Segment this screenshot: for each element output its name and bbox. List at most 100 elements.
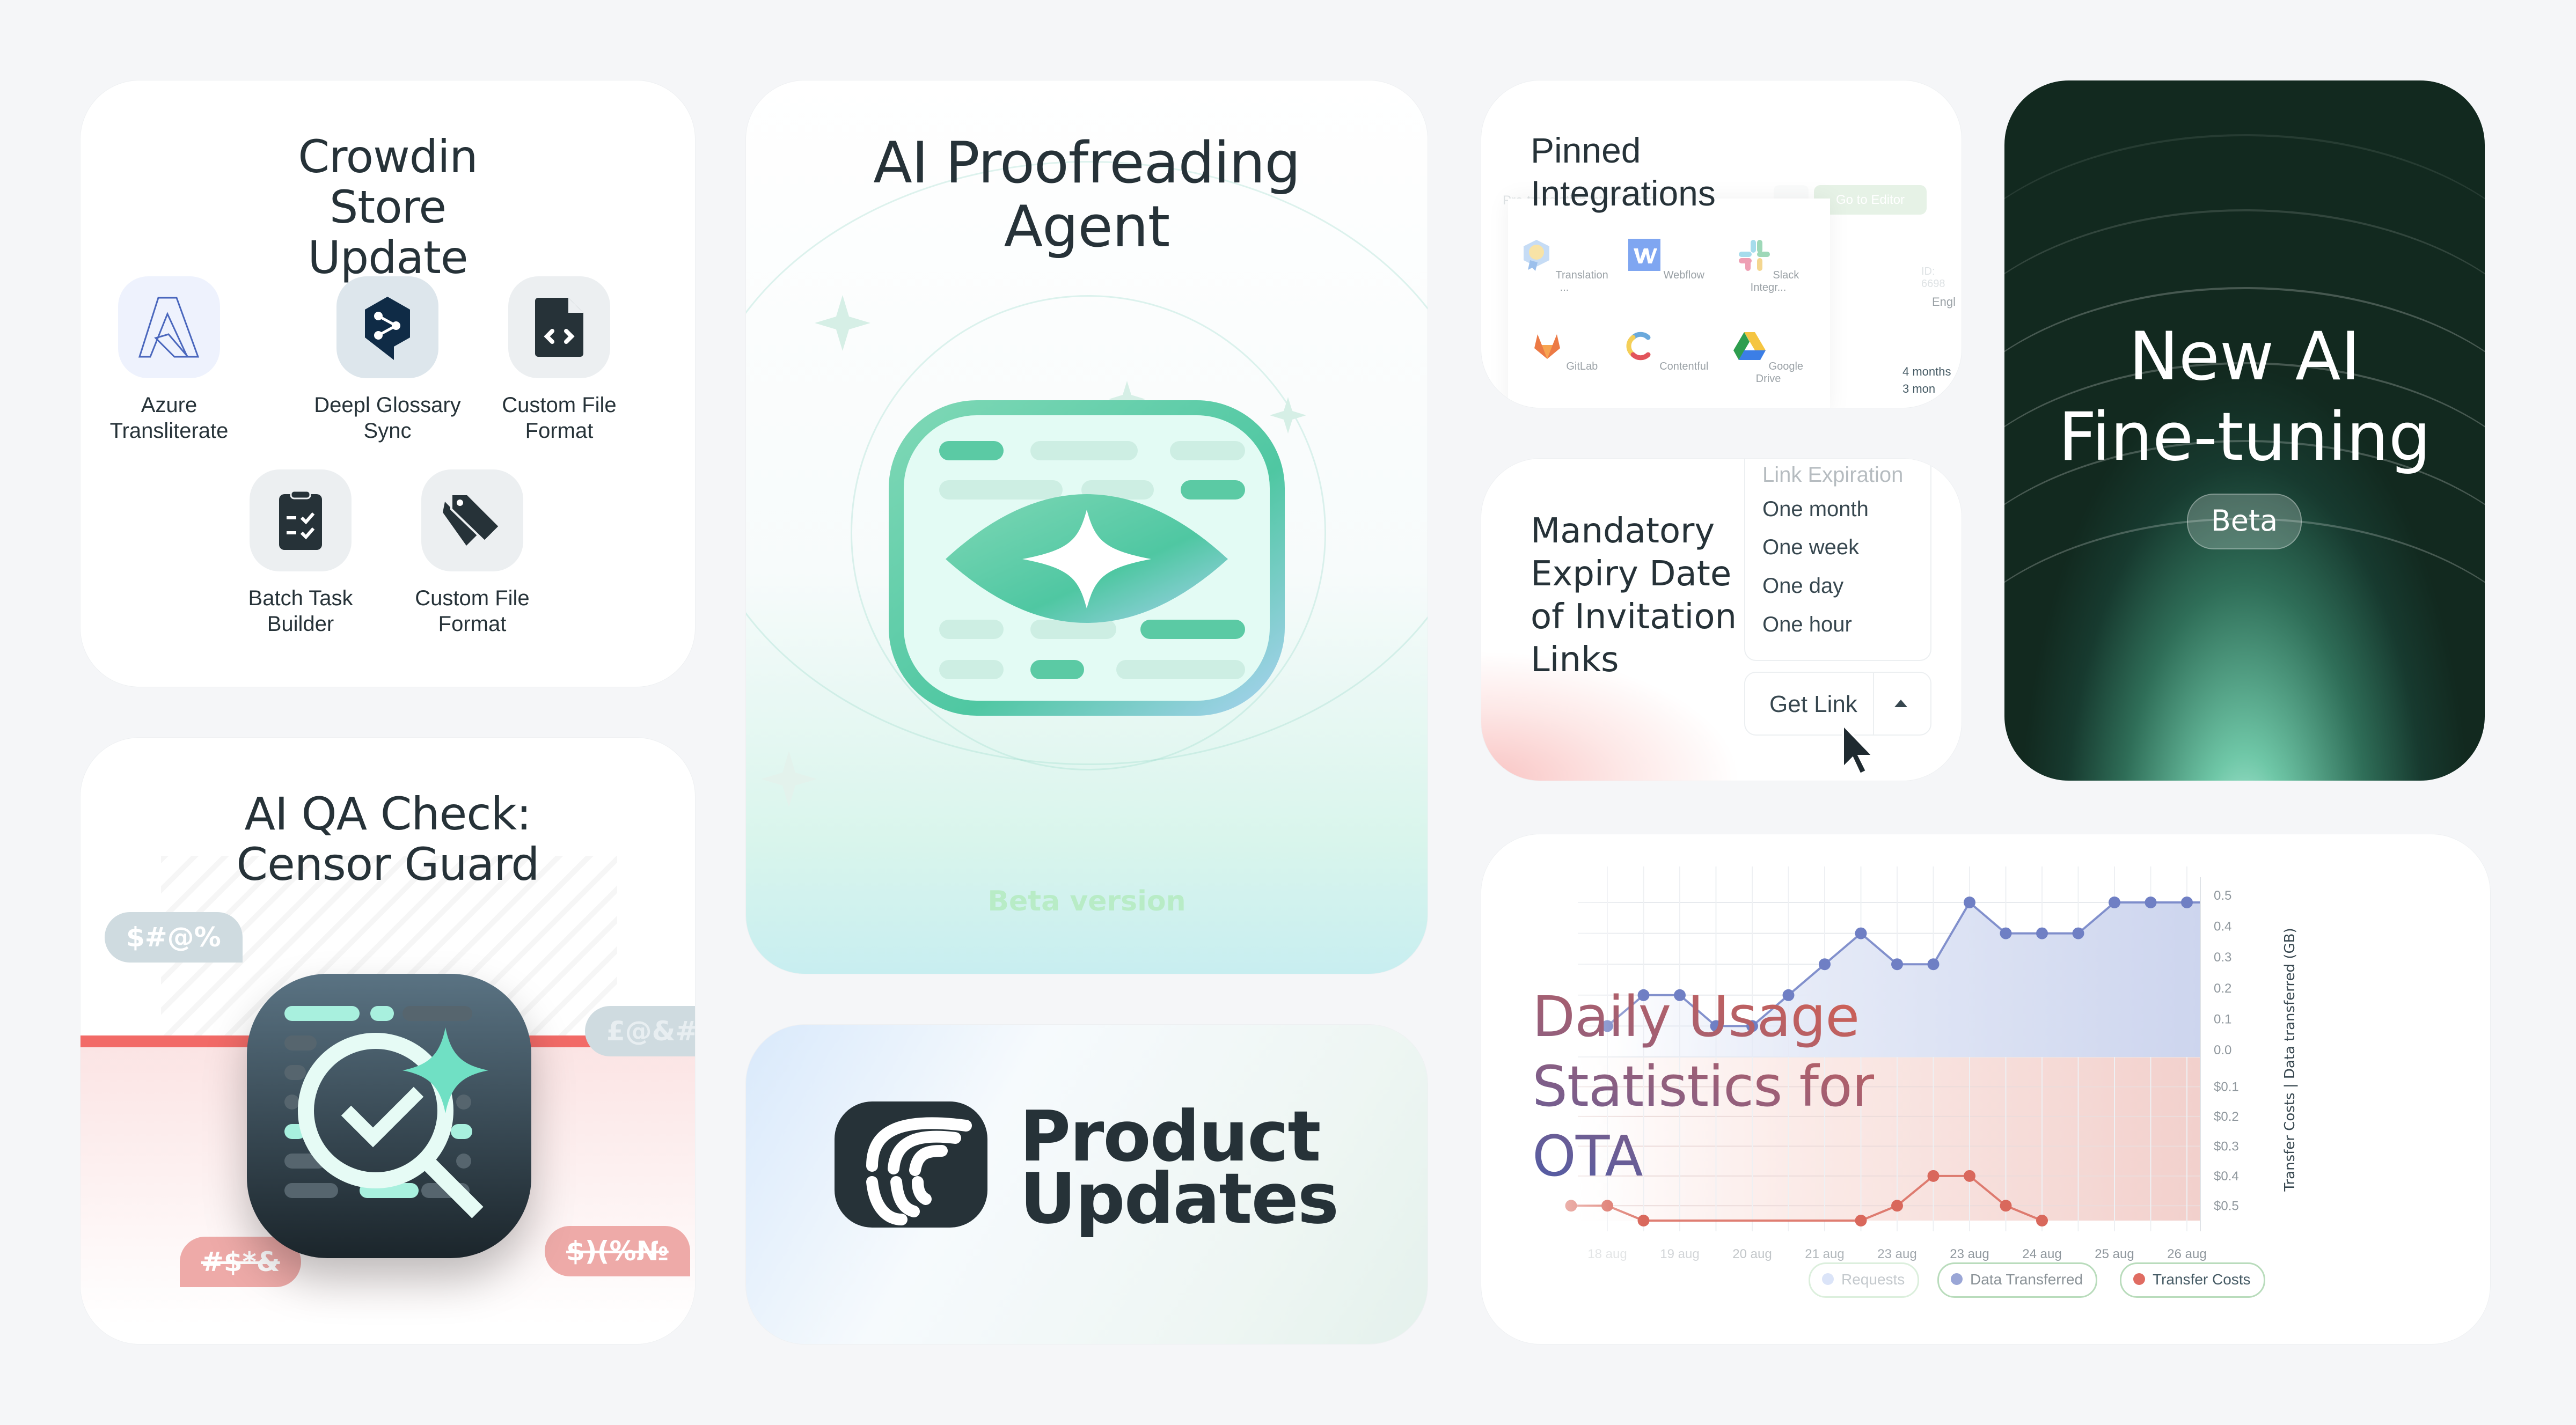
y-tick-label: 0.0 <box>2214 1043 2231 1057</box>
azure-icon <box>118 276 220 378</box>
data-transferred-point <box>2036 927 2048 939</box>
new-ai-title: New AI Fine-tuning <box>2058 318 2431 476</box>
app-label: Custom File Format <box>502 393 617 443</box>
legend-label: Transfer Costs <box>2153 1271 2251 1288</box>
app-custom-file-format[interactable]: Custom File Format <box>473 276 645 444</box>
pinned-integrations-title: Pinned Integrations <box>1531 130 1716 213</box>
legend-item-data-transferred[interactable]: Data Transferred <box>1937 1262 2098 1298</box>
ai-proofreading-card[interactable]: AI Proofreading Agent Beta version <box>746 80 1428 974</box>
product-updates-card[interactable]: Product Updates <box>746 1025 1428 1344</box>
y-tick-label: $0.4 <box>2214 1169 2239 1184</box>
translation-badge-icon <box>1524 240 1550 271</box>
integration-gitlab[interactable]: GitLab <box>1516 330 1613 373</box>
app-label: Deepl Glossary Sync <box>314 393 461 443</box>
tags-icon <box>421 469 523 571</box>
transfer-costs-point <box>2036 1215 2048 1226</box>
beta-badge: Beta <box>2187 494 2302 549</box>
integration-slack[interactable]: Slack Integr... <box>1720 239 1817 294</box>
y-tick-label: $0.3 <box>2214 1139 2239 1154</box>
contentful-icon <box>1626 332 1651 361</box>
app-azure-transliterate[interactable]: Azure Transliterate <box>83 276 255 444</box>
app-batch-task-builder[interactable]: Batch Task Builder <box>215 469 386 637</box>
x-tick-label: 21 aug <box>1805 1247 1844 1261</box>
legend-item-transfer-costs[interactable]: Transfer Costs <box>2120 1262 2265 1298</box>
mandatory-expiry-card[interactable]: Mandatory Expiry Date of Invitation Links L… <box>1481 459 1962 781</box>
app-label: Azure Transliterate <box>109 393 229 443</box>
x-tick-label: 19 aug <box>1660 1247 1699 1261</box>
y-tick-label: 0.3 <box>2214 950 2231 965</box>
daily-usage-card[interactable]: 0.5 0.4 0.3 0.2 0.1 0.0 $0.1 $0.2 $0.3 $0.4 $0.5 Tr… <box>1481 834 2490 1344</box>
get-link-button[interactable]: Get Link <box>1769 691 1857 718</box>
option-one-month[interactable]: One month <box>1762 497 1869 521</box>
daily-usage-title: Daily Usage Statistics for OTA <box>1532 982 1874 1191</box>
ai-qa-title: AI QA Check: Censor Guard <box>236 788 539 891</box>
proofreading-agent-icon <box>761 295 1306 807</box>
crowdin-logo-icon <box>835 1101 987 1228</box>
app-deepl-glossary-sync[interactable]: Deepl Glossary Sync <box>302 276 473 444</box>
x-tick-label: 18 aug <box>1587 1247 1627 1261</box>
data-transferred-point <box>2109 897 2120 908</box>
censored-bubble: £@&# <box>585 1006 695 1056</box>
x-tick-label: 24 aug <box>2022 1247 2061 1261</box>
caret-up-icon[interactable] <box>1894 700 1907 707</box>
deepl-icon <box>336 276 438 378</box>
legend-item-requests[interactable]: Requests <box>1809 1262 1920 1298</box>
link-expiration-dropdown[interactable]: Link Expiration One month One week One d… <box>1744 459 1931 661</box>
data-transferred-point <box>2181 897 2193 908</box>
legend-label: Data Transferred <box>1970 1271 2083 1288</box>
data-transferred-point <box>2145 897 2157 908</box>
y-tick-label: 0.1 <box>2214 1012 2231 1026</box>
clipboard-check-icon <box>250 469 352 571</box>
integration-translation[interactable]: Translation ... <box>1516 239 1613 294</box>
x-tick-label: 26 aug <box>2167 1247 2206 1261</box>
integration-webflow[interactable]: Webflow <box>1618 239 1715 282</box>
x-tick-label: 23 aug <box>1950 1247 1989 1261</box>
legend-label: Requests <box>1841 1271 1905 1288</box>
legend-dot <box>1822 1273 1834 1285</box>
censored-bubble: $)(%№ <box>545 1226 690 1276</box>
ai-qa-card[interactable]: AI QA Check: Censor Guard $#@% £@&# #$*& … <box>80 738 695 1344</box>
app-label: Batch Task Builder <box>248 586 353 636</box>
slack-icon <box>1738 240 1770 271</box>
censor-guard-app-icon <box>247 974 531 1258</box>
y-tick-label: 0.4 <box>2214 920 2231 934</box>
integration-google-drive[interactable]: Google Drive <box>1720 330 1817 385</box>
google-drive-icon <box>1733 332 1766 360</box>
x-tick-label: 25 aug <box>2095 1247 2134 1261</box>
y-tick-label: 0.2 <box>2214 981 2231 996</box>
crowdin-store-title: Crowdin Store Update <box>298 130 478 284</box>
y-tick-label: $0.2 <box>2214 1110 2239 1124</box>
y-tick-label: 0.5 <box>2214 888 2231 903</box>
y-tick-label: $0.5 <box>2214 1199 2239 1213</box>
censored-bubble: $#@% <box>105 912 243 963</box>
beta-version-label: Beta version <box>987 885 1186 917</box>
gitlab-icon <box>1534 334 1560 359</box>
mouse-cursor-icon <box>1842 723 1876 776</box>
ghost-id: ID: 6698 <box>1921 266 1945 290</box>
legend-dot <box>1951 1273 1963 1285</box>
ghost-date: 4 months <box>1902 365 1951 378</box>
arc-decoration <box>2004 518 2485 781</box>
y-axis-title: Transfer Costs | Data transferred (GB) <box>2282 928 2298 1192</box>
option-one-day[interactable]: One day <box>1762 574 1843 598</box>
get-link-split-button[interactable]: Get Link <box>1744 672 1931 736</box>
ghost-date: 3 mon <box>1902 382 1936 395</box>
option-one-week[interactable]: One week <box>1762 535 1859 560</box>
integration-contentful[interactable]: Contentful <box>1618 330 1715 373</box>
go-to-editor-button[interactable]: Go to Editor <box>1814 185 1927 215</box>
legend-dot <box>2133 1273 2145 1285</box>
ghost-lang: Engl <box>1932 295 1956 308</box>
option-one-hour[interactable]: One hour <box>1762 613 1852 637</box>
webflow-icon <box>1628 239 1661 271</box>
x-tick-label: 20 aug <box>1732 1247 1772 1261</box>
new-ai-fine-tuning-card[interactable]: New AI Fine-tuning Beta <box>2004 80 2485 781</box>
app-label: Custom File Format <box>415 586 530 636</box>
pinned-integrations-card[interactable]: Pre-translation Integrations Go to Edito… <box>1481 80 1962 408</box>
x-tick-label: 23 aug <box>1877 1247 1916 1261</box>
dropdown-header: Link Expiration <box>1762 463 1904 487</box>
crowdin-store-card[interactable]: Crowdin Store Update Azure Transliterate … <box>80 80 695 687</box>
code-file-icon <box>508 276 610 378</box>
product-updates-title: Product Updates <box>1020 1096 1339 1239</box>
app-custom-file-format-2[interactable]: Custom File Format <box>386 469 558 637</box>
mandatory-expiry-title: Mandatory Expiry Date of Invitation Links <box>1531 511 1737 680</box>
